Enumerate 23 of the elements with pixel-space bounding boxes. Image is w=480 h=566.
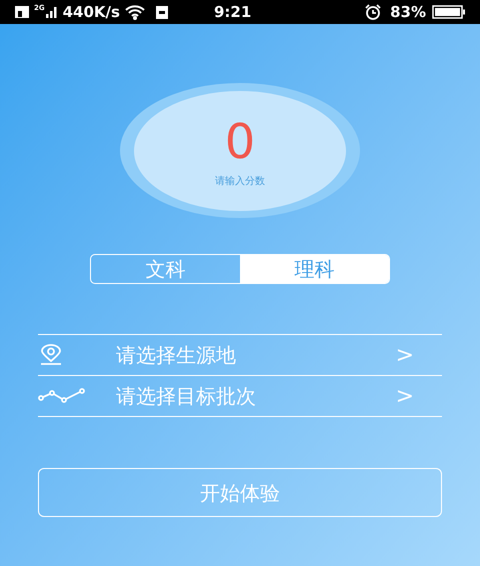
signal-icon <box>44 5 59 19</box>
network-speed: 440K/s <box>62 2 120 23</box>
clock-time: 9:21 <box>214 2 252 23</box>
sim-card-icon <box>14 5 30 19</box>
battery-percent: 83% <box>390 2 426 23</box>
score-hint: 请输入分数 <box>215 174 265 189</box>
row-label: 请选择目标批次 <box>116 383 256 410</box>
chevron-text: > <box>396 382 414 410</box>
score-value: 0 <box>224 118 256 166</box>
battery-icon <box>432 5 466 19</box>
line-chart-icon <box>38 388 86 404</box>
select-row[interactable]: 请选择生源地 > <box>38 335 442 376</box>
wifi-icon <box>124 4 146 20</box>
location-pin-icon <box>38 344 64 366</box>
score-input[interactable]: 0 请输入分数 <box>134 90 346 210</box>
row-label: 请选择生源地 <box>116 342 236 369</box>
alarm-icon <box>364 4 382 20</box>
chevron-text: > <box>396 342 414 370</box>
subject-tab[interactable]: 文科 <box>91 255 240 283</box>
select-row[interactable]: 请选择目标批次 > <box>38 376 442 417</box>
notification-icon <box>156 6 168 18</box>
start-button[interactable]: 开始体验 <box>38 468 442 517</box>
subject-tab[interactable]: 理科 <box>240 255 389 283</box>
